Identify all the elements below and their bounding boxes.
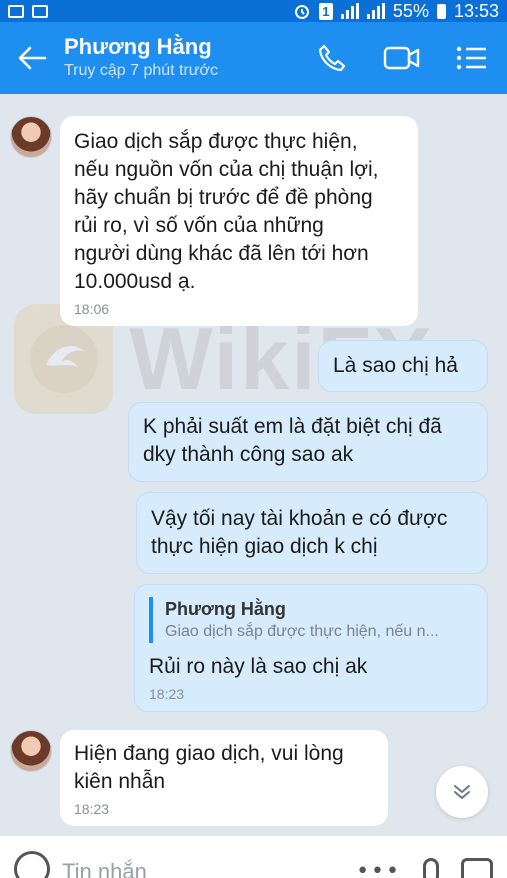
chat-area[interactable]: WikiFX Giao dịch sắp được thực hiện, nếu… xyxy=(0,94,507,836)
battery-icon xyxy=(436,3,446,19)
message-text: Giao dịch sắp được thực hiện, nếu nguồn … xyxy=(74,130,379,293)
chevron-down-icon xyxy=(454,785,470,799)
sim-icon: 1 xyxy=(318,2,333,20)
scroll-to-bottom-button[interactable] xyxy=(436,766,488,818)
more-icon[interactable]: ••• xyxy=(356,859,401,878)
alarm-icon xyxy=(294,5,309,19)
message-text: Là sao chị hả xyxy=(333,354,458,377)
back-arrow-icon xyxy=(18,46,47,70)
image-icon[interactable] xyxy=(461,858,493,878)
contact-status: Truy cập 7 phút trước xyxy=(64,62,218,79)
signal-icon xyxy=(340,3,359,19)
signal-icon xyxy=(366,3,385,19)
clock: 13:53 xyxy=(453,0,499,21)
video-call-button[interactable] xyxy=(367,22,437,94)
avatar[interactable] xyxy=(10,730,52,772)
menu-list-icon xyxy=(456,46,486,70)
chat-header: Phương Hằng Truy cập 7 phút trước xyxy=(0,22,507,94)
mail-icon xyxy=(32,4,48,18)
message-time: 18:06 xyxy=(74,301,110,317)
contact-name: Phương Hằng xyxy=(64,34,212,59)
message-time: 18:23 xyxy=(149,686,185,702)
message-input-bar: ••• xyxy=(0,836,507,878)
message-input[interactable] xyxy=(62,859,357,878)
menu-button[interactable] xyxy=(437,22,507,94)
quoted-author: Phương Hằng xyxy=(165,599,286,619)
message-time: 18:23 xyxy=(74,801,110,817)
mic-icon[interactable] xyxy=(423,858,439,878)
message-text: K phải suất em là đặt biệt chị đã dky th… xyxy=(143,415,442,466)
message-bubble-reply[interactable]: Phương Hằng Giao dịch sắp được thực hiện… xyxy=(134,584,488,712)
gallery-icon xyxy=(8,4,24,18)
message-bubble-outgoing[interactable]: Là sao chị hả xyxy=(318,340,488,392)
avatar[interactable] xyxy=(10,116,52,158)
message-text: Vậy tối nay tài khoản e có được thực hiệ… xyxy=(151,507,448,558)
message-text: Rủi ro này là sao chị ak xyxy=(149,655,368,678)
quoted-text: Giao dịch sắp được thực hiện, nếu n... xyxy=(165,623,439,640)
voice-call-button[interactable] xyxy=(297,22,367,94)
status-bar: 1 55% 13:53 xyxy=(0,0,507,22)
back-button[interactable] xyxy=(0,22,64,94)
emoji-icon[interactable] xyxy=(14,851,50,878)
battery-percent: 55% xyxy=(392,0,429,21)
contact-info[interactable]: Phương Hằng Truy cập 7 phút trước xyxy=(64,34,297,82)
message-text: Hiện đang giao dịch, vui lòng kiên nhẫn xyxy=(74,742,344,793)
video-call-icon xyxy=(383,46,420,70)
message-bubble-outgoing[interactable]: Vậy tối nay tài khoản e có được thực hiệ… xyxy=(136,492,488,574)
quoted-message[interactable]: Phương Hằng Giao dịch sắp được thực hiện… xyxy=(149,597,473,643)
message-bubble-incoming[interactable]: Giao dịch sắp được thực hiện, nếu nguồn … xyxy=(60,116,418,326)
message-bubble-incoming[interactable]: Hiện đang giao dịch, vui lòng kiên nhẫn … xyxy=(60,730,388,826)
phone-icon xyxy=(318,44,346,72)
message-bubble-outgoing[interactable]: K phải suất em là đặt biệt chị đã dky th… xyxy=(128,402,488,482)
